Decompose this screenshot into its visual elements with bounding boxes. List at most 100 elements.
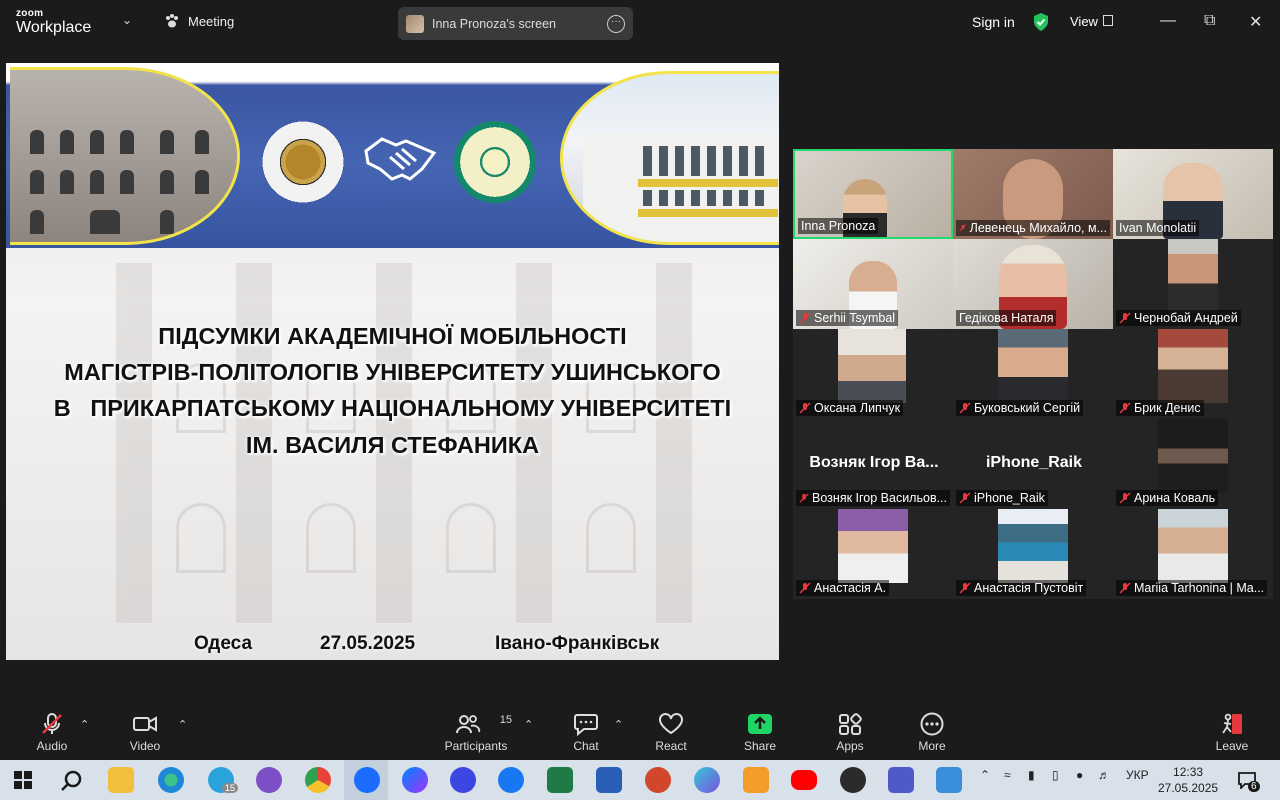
audio-button[interactable]: Audio: [32, 712, 72, 753]
circle-app-icon[interactable]: [450, 767, 476, 793]
video-tile[interactable]: Левенець Михайло, м...: [953, 149, 1113, 239]
video-tile[interactable]: Mariia Tarhonina | Ma...: [1113, 509, 1273, 599]
meeting-button[interactable]: Meeting: [164, 13, 234, 29]
slide-city-right: Івано-Франківськ: [495, 633, 660, 654]
video-button[interactable]: Video: [125, 712, 165, 753]
view-layout-icon[interactable]: [1103, 15, 1113, 26]
slide-title-line: ІМ. ВАСИЛЯ СТЕФАНИКА: [245, 431, 540, 458]
participant-name: Анастасія Пустовіт: [956, 580, 1087, 596]
restore-icon[interactable]: ⧉: [1204, 12, 1215, 30]
video-options-caret-icon[interactable]: ⌃: [178, 718, 187, 731]
video-tile[interactable]: Арина Коваль: [1113, 419, 1273, 509]
participants-button[interactable]: 15 Participants: [440, 712, 512, 753]
screen-share-label: Inna Pronoza's screen: [432, 16, 556, 31]
edge-browser-icon[interactable]: [158, 767, 184, 793]
react-button[interactable]: React: [650, 712, 692, 753]
file-explorer-icon[interactable]: [108, 767, 134, 793]
slide-title: ПІДСУМКИ АКАДЕМІЧНОЇ МОБІЛЬНОСТІ МАГІСТР…: [6, 318, 779, 463]
chat-button[interactable]: Chat: [566, 712, 606, 753]
share-button[interactable]: Share: [739, 712, 781, 753]
viber-icon[interactable]: [256, 767, 282, 793]
participants-options-caret-icon[interactable]: ⌃: [524, 718, 533, 731]
participant-gallery: Inna Pronoza Левенець Михайло, м... Ivan…: [793, 149, 1274, 600]
participant-video: [1158, 329, 1228, 403]
zoom-app-icon[interactable]: [354, 767, 380, 793]
sign-in-button[interactable]: Sign in: [972, 14, 1015, 30]
video-tile[interactable]: Ivan Monolatii: [1113, 149, 1273, 239]
facebook-icon[interactable]: [498, 767, 524, 793]
participant-name: iPhone_Raik: [956, 490, 1048, 506]
screen-share-indicator[interactable]: Inna Pronoza's screen ···: [398, 7, 633, 40]
youtube-icon[interactable]: [791, 770, 817, 790]
chevron-down-icon[interactable]: ⌄: [122, 13, 132, 27]
powerpoint-icon[interactable]: [645, 767, 671, 793]
video-tile[interactable]: Serhii Tsymbal: [793, 239, 953, 329]
paint-icon[interactable]: [936, 767, 962, 793]
excel-icon[interactable]: [547, 767, 573, 793]
tray-expand-icon[interactable]: ⌃: [980, 768, 990, 782]
wifi-icon[interactable]: ≈: [1004, 768, 1011, 782]
windows-start-icon[interactable]: [14, 771, 32, 789]
slide-title-line: В ПРИКАРПАТСЬКОМУ НАЦІОНАЛЬНОМУ УНІВЕРСИ…: [53, 395, 732, 422]
mic-muted-icon: [42, 713, 62, 734]
participant-video: [998, 329, 1068, 403]
phone-link-icon[interactable]: ▯: [1052, 768, 1059, 782]
presenter-avatar: [406, 14, 424, 33]
university-emblem-right: [454, 121, 536, 203]
close-icon[interactable]: ✕: [1249, 12, 1262, 32]
video-tile[interactable]: Чернобай Андрей: [1113, 239, 1273, 329]
chrome-icon[interactable]: [305, 767, 331, 793]
canva-icon[interactable]: [694, 767, 720, 793]
participant-name: Inna Pronoza: [798, 218, 879, 234]
microphone-icon[interactable]: ●: [1076, 768, 1083, 782]
participant-video: [1168, 239, 1218, 313]
windows-taskbar: 15 ⌃ ≈ ▮ ▯ ● ♬ УКР 12:33 27.05.2025 6: [0, 760, 1280, 800]
battery-icon[interactable]: ▮: [1028, 768, 1035, 782]
video-tile[interactable]: Возняк Ігор Ва... Возняк Ігор Васильов..…: [793, 419, 953, 509]
title-bar: zoom Workplace ⌄ Meeting Inna Pronoza's …: [0, 0, 1280, 46]
video-tile[interactable]: Анастасія А.: [793, 509, 953, 599]
mic-muted-icon: [799, 493, 809, 503]
zoom-logo: zoom Workplace: [16, 9, 91, 36]
participant-name: Возняк Ігор Васильов...: [796, 490, 950, 506]
react-label: React: [655, 739, 687, 753]
language-indicator[interactable]: УКР: [1126, 768, 1149, 782]
participant-video: [1158, 509, 1228, 583]
slide-city-left: Одеса: [194, 633, 253, 654]
view-button[interactable]: View: [1070, 14, 1098, 29]
video-camera-icon: [133, 716, 157, 732]
obs-icon[interactable]: [840, 767, 866, 793]
participant-name: Чернобай Андрей: [1116, 310, 1241, 326]
chat-options-caret-icon[interactable]: ⌃: [614, 718, 623, 731]
video-tile[interactable]: Оксана Липчук: [793, 329, 953, 419]
video-tile[interactable]: Гедікова Наталя: [953, 239, 1113, 329]
chat-bubble-icon: [574, 714, 598, 736]
orange-app-icon[interactable]: [743, 767, 769, 793]
teams-icon[interactable]: [888, 767, 914, 793]
minimize-icon[interactable]: —: [1160, 12, 1176, 30]
participant-name: Буковський Сергій: [956, 400, 1084, 416]
participant-name: Гедікова Наталя: [956, 310, 1057, 326]
audio-options-caret-icon[interactable]: ⌃: [80, 718, 89, 731]
leave-button[interactable]: Leave: [1211, 712, 1253, 753]
video-tile[interactable]: Inna Pronoza: [793, 149, 953, 239]
video-tile[interactable]: Буковський Сергій: [953, 329, 1113, 419]
video-tile[interactable]: Анастасія Пустовіт: [953, 509, 1113, 599]
more-options-icon[interactable]: ···: [607, 14, 625, 33]
messenger-icon[interactable]: [402, 767, 428, 793]
shield-check-icon[interactable]: [1032, 12, 1050, 32]
video-tile[interactable]: iPhone_Raik iPhone_Raik: [953, 419, 1113, 509]
speaker-icon[interactable]: ♬: [1098, 768, 1110, 782]
slide-title-line: ПІДСУМКИ АКАДЕМІЧНОЇ МОБІЛЬНОСТІ: [158, 323, 627, 349]
more-button[interactable]: More: [911, 712, 953, 753]
word-icon[interactable]: [596, 767, 622, 793]
shared-screen: ПІДСУМКИ АКАДЕМІЧНОЇ МОБІЛЬНОСТІ МАГІСТР…: [6, 63, 779, 660]
mic-muted-icon: [799, 312, 811, 324]
mic-muted-icon: [1119, 582, 1131, 594]
meeting-controls: Audio ⌃ Video ⌃ 15 Participants ⌃ Chat ⌃…: [0, 704, 1280, 760]
share-label: Share: [743, 739, 777, 753]
search-icon[interactable]: [60, 769, 84, 793]
clock[interactable]: 12:33 27.05.2025: [1158, 764, 1218, 796]
video-tile[interactable]: Брик Денис: [1113, 329, 1273, 419]
apps-button[interactable]: Apps: [829, 712, 871, 753]
